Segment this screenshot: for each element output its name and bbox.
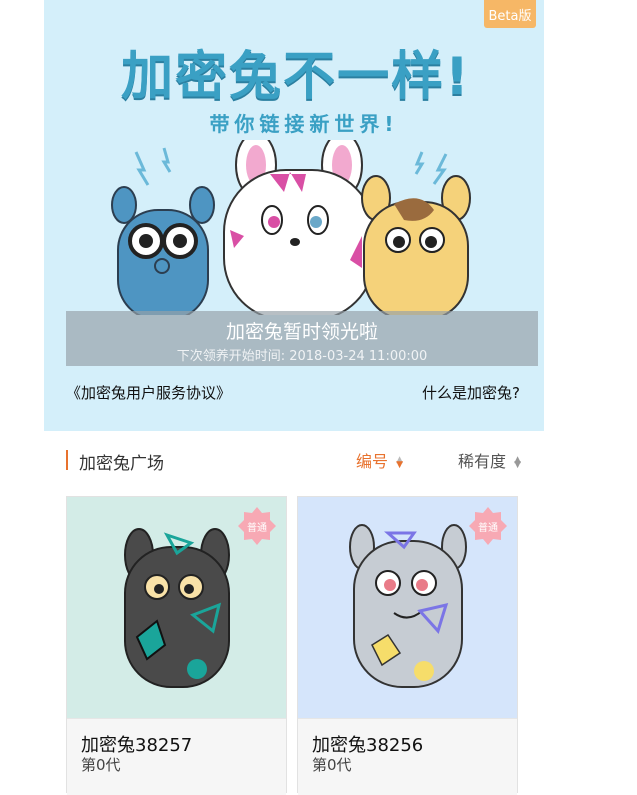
section-accent-bar (66, 450, 68, 470)
sort-by-number-button[interactable]: 编号 ▲ ▼ (356, 448, 403, 472)
card-info: 加密兔38256 第0代 (298, 718, 517, 795)
rabbit-generation: 第0代 (312, 756, 352, 774)
sort-number-label: 编号 (356, 452, 389, 471)
rabbit-card[interactable]: 普通 加密兔38257 第0代 (66, 496, 287, 795)
adoption-status-banner: 加密兔暂时领光啦 下次领养开始时间: 2018-03-24 11:00:00 (66, 311, 538, 366)
hero-banner: Beta版 加密兔不一样! 带你链接新世界! 加密兔暂时领光啦 下次领养开始时间… (44, 0, 544, 431)
sort-arrows-icon: ▲ ▼ (514, 454, 521, 470)
sort-rarity-label: 稀有度 (457, 452, 506, 471)
rarity-badge-icon (469, 507, 507, 545)
agreement-link[interactable]: 《加密兔用户服务协议》 (66, 382, 231, 403)
plaza-header: 加密兔广场 编号 ▲ ▼ 稀有度 ▲ ▼ (66, 448, 521, 474)
plaza-title: 加密兔广场 (79, 454, 164, 474)
banner-subtitle: 下次领养开始时间: 2018-03-24 11:00:00 (176, 349, 428, 364)
banner-title: 加密兔暂时领光啦 (225, 321, 378, 343)
what-is-link[interactable]: 什么是加密兔? (422, 382, 520, 403)
sort-arrows-icon: ▲ ▼ (396, 454, 404, 470)
beta-tag: Beta版 (484, 0, 536, 28)
card-info: 加密兔38257 第0代 (67, 718, 286, 795)
hero-subline: 带你链接新世界! (209, 112, 399, 136)
sort-by-rarity-button[interactable]: 稀有度 ▲ ▼ (458, 448, 521, 472)
rarity-badge-icon (238, 507, 276, 545)
rabbit-generation: 第0代 (81, 756, 121, 774)
bunnies-illustration (111, 140, 471, 315)
hero-headline: 加密兔不一样! (121, 47, 471, 107)
rabbit-card[interactable]: 普通 加密兔38256 第0代 (297, 496, 518, 795)
